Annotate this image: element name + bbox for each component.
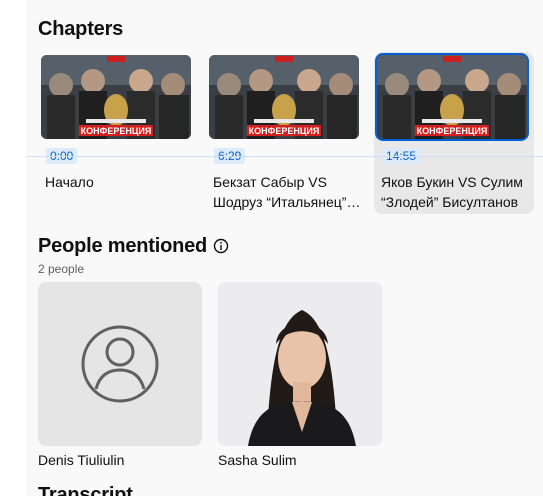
person-card[interactable]: Denis Tiuliulin bbox=[38, 282, 202, 468]
thumb-caption: КОНФЕРЕНЦИЯ bbox=[417, 126, 488, 136]
person-card[interactable]: Sasha Sulim bbox=[218, 282, 382, 468]
chapter-thumbnail: КОНФЕРЕНЦИЯ bbox=[41, 55, 191, 139]
thumb-caption: КОНФЕРЕНЦИЯ bbox=[81, 126, 152, 136]
chapter-title: Начало bbox=[45, 174, 94, 190]
chapter-title: Яков Букин VS Сулим “Злодей” Бисултанов bbox=[381, 174, 523, 210]
info-icon[interactable] bbox=[213, 238, 229, 254]
chapter-thumbnail: КОНФЕРЕНЦИЯ bbox=[377, 55, 527, 139]
chapter-item-active[interactable]: КОНФЕРЕНЦИЯ 14:55 Яков Букин VS Сулим “З… bbox=[374, 52, 534, 214]
person-name: Sasha Sulim bbox=[218, 452, 297, 468]
chapter-item[interactable]: КОНФЕРЕНЦИЯ 6:29 Бекзат Сабыр VS Шодруз … bbox=[206, 52, 366, 214]
person-avatar bbox=[38, 282, 202, 446]
chapter-progress-line bbox=[26, 156, 543, 157]
chapter-item[interactable]: КОНФЕРЕНЦИЯ 0:00 Начало bbox=[38, 52, 198, 214]
person-photo bbox=[218, 282, 382, 446]
people-heading: People mentioned bbox=[38, 235, 208, 257]
people-count: 2 people bbox=[38, 262, 85, 276]
person-name: Denis Tiuliulin bbox=[38, 452, 125, 468]
default-avatar-icon bbox=[81, 325, 159, 403]
chapter-title: Бекзат Сабыр VS Шодруз “Итальянец” Хайит… bbox=[213, 174, 347, 210]
transcript-heading: Transcript bbox=[38, 484, 133, 496]
chapter-thumbnail: КОНФЕРЕНЦИЯ bbox=[209, 55, 359, 139]
chapters-heading: Chapters bbox=[38, 18, 124, 40]
thumb-caption: КОНФЕРЕНЦИЯ bbox=[249, 126, 320, 136]
description-panel: Chapters КОНФЕРЕНЦИЯ 0:00 Начало КОНФЕРЕ… bbox=[26, 0, 543, 496]
